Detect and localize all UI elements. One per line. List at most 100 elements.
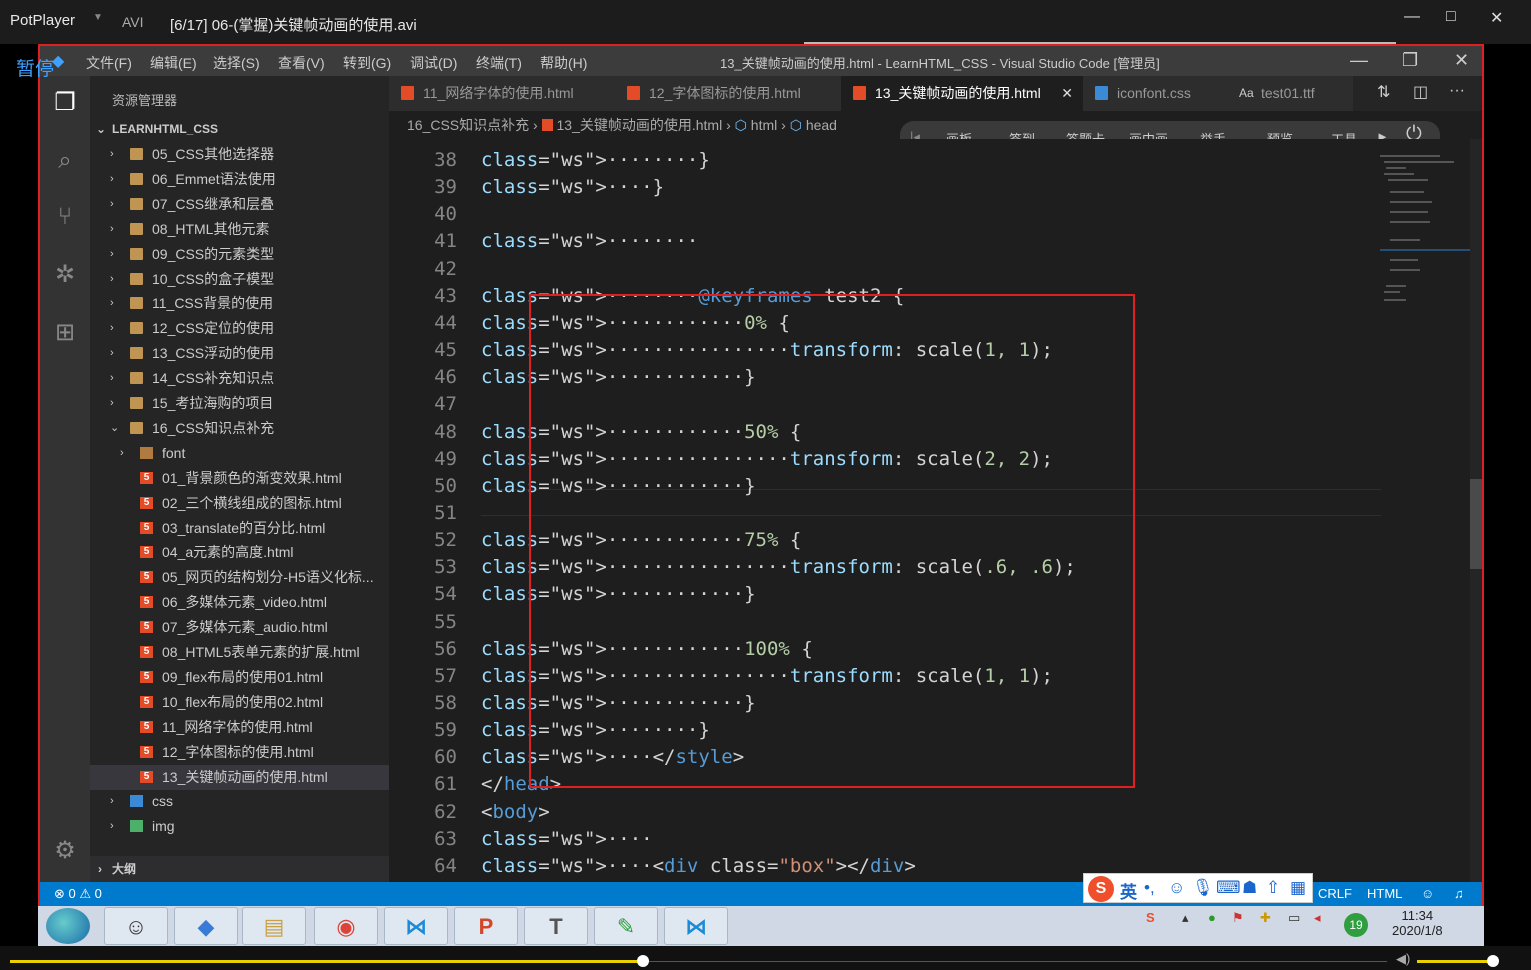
file-item[interactable]: 5 06_多媒体元素_video.html (90, 590, 389, 615)
network-status-icon[interactable]: ● (1208, 910, 1216, 925)
source-control-icon[interactable]: ⑂ (50, 202, 80, 232)
close-icon[interactable]: ✕ (1490, 8, 1503, 28)
code-line[interactable]: 62 <body> (389, 799, 1429, 826)
file-item[interactable]: 5 02_三个横线组成的图标.html (90, 491, 389, 516)
menu-terminal[interactable]: 终端(T) (476, 53, 522, 73)
file-item[interactable]: 5 09_flex布局的使用01.html (90, 665, 389, 690)
flag-icon[interactable]: ⚑ (1232, 910, 1244, 926)
tab-iconfont-css[interactable]: iconfont.css (1083, 76, 1227, 111)
minimize-icon[interactable]: — (1404, 8, 1420, 26)
gear-icon[interactable]: ⚙ (50, 836, 80, 866)
vscode-taskbar-icon-2[interactable]: ⋈ (664, 907, 728, 945)
powerpoint-icon[interactable]: P (454, 907, 518, 945)
chrome-icon[interactable]: ◉ (314, 907, 378, 945)
tab-keyframes[interactable]: 13_关键帧动画的使用.html ✕ (841, 76, 1083, 111)
notepad-icon[interactable]: ✎ (594, 907, 658, 945)
code-line[interactable]: 40 (389, 201, 1429, 228)
start-button[interactable] (46, 908, 90, 944)
menu-edit[interactable]: 编辑(E) (150, 53, 197, 73)
file-item[interactable]: 5 12_字体图标的使用.html (90, 740, 389, 765)
shirt-icon[interactable]: ⇧ (1266, 878, 1280, 898)
chevron-down-icon[interactable]: ▼ (93, 12, 103, 23)
tray-expand-icon[interactable]: ▴ (1182, 910, 1189, 926)
close-icon[interactable]: ✕ (1454, 50, 1469, 71)
menu-file[interactable]: 文件(F) (86, 53, 132, 73)
folder-item[interactable]: › 13_CSS浮动的使用 (90, 341, 389, 366)
menu-view[interactable]: 查看(V) (278, 53, 325, 73)
system-clock[interactable]: 11:34 2020/1/8 (1392, 908, 1443, 938)
ime-language-toggle[interactable]: 英 (1120, 878, 1137, 903)
apps-icon[interactable]: ▦ (1290, 878, 1306, 898)
extensions-icon[interactable]: ⊞ (50, 318, 80, 348)
folder-item[interactable]: › 12_CSS定位的使用 (90, 316, 389, 341)
emoji-icon[interactable]: ☺ (1168, 878, 1185, 898)
breadcrumb-html[interactable]: html (751, 117, 777, 133)
file-item[interactable]: 5 08_HTML5表单元素的扩展.html (90, 640, 389, 665)
folder-item[interactable]: › 11_CSS背景的使用 (90, 291, 389, 316)
code-line[interactable]: 63 class="ws">···· (389, 826, 1429, 853)
display-icon[interactable]: ▭ (1288, 910, 1300, 926)
menu-help[interactable]: 帮助(H) (540, 53, 587, 73)
volume-handle[interactable] (1487, 955, 1499, 967)
split-editor-icon[interactable]: ◫ (1413, 82, 1428, 102)
project-root[interactable]: ⌄ LEARNHTML_CSS (90, 122, 389, 144)
vertical-scrollbar[interactable] (1470, 139, 1482, 882)
menu-go[interactable]: 转到(G) (343, 53, 391, 73)
folder-item[interactable]: › 07_CSS继承和层叠 (90, 192, 389, 217)
restore-icon[interactable]: ❐ (1402, 50, 1418, 71)
folder-item[interactable]: › font (90, 441, 389, 466)
folder-item[interactable]: › 09_CSS的元素类型 (90, 242, 389, 267)
folder-item[interactable]: › css (90, 789, 389, 814)
classroom-app-icon[interactable]: ◆ (174, 907, 238, 945)
code-line[interactable]: 39 class="ws">····} (389, 174, 1429, 201)
folder-item[interactable]: › 06_Emmet语法使用 (90, 167, 389, 192)
file-item[interactable]: 5 03_translate的百分比.html (90, 516, 389, 541)
microphone-icon[interactable]: 🎙 (1192, 878, 1214, 898)
tab-iconfont[interactable]: 12_字体图标的使用.html (615, 76, 841, 111)
folder-item[interactable]: › 10_CSS的盒子模型 (90, 267, 389, 292)
code-line[interactable]: 42 (389, 256, 1429, 283)
file-item[interactable]: 5 13_关键帧动画的使用.html (90, 764, 389, 790)
outline-section[interactable]: › 大纲 (90, 856, 389, 882)
punctuation-icon[interactable]: •, (1144, 878, 1155, 898)
problems-status[interactable]: ⊗ 0 ⚠ 0 (54, 882, 102, 906)
minimize-icon[interactable]: — (1350, 50, 1368, 71)
keyboard-icon[interactable]: ⌨ (1216, 878, 1241, 898)
menu-selection[interactable]: 选择(S) (213, 53, 260, 73)
close-icon[interactable]: ✕ (1061, 76, 1073, 111)
potplayer-menu-button[interactable]: PotPlayer (10, 12, 75, 29)
tab-webfont[interactable]: 11_网络字体的使用.html (389, 76, 615, 111)
vscode-taskbar-icon[interactable]: ⋈ (384, 907, 448, 945)
typora-icon[interactable]: T (524, 907, 588, 945)
breadcrumb-folder[interactable]: 16_CSS知识点补充 (407, 117, 529, 133)
file-item[interactable]: 5 10_flex布局的使用02.html (90, 690, 389, 715)
search-icon[interactable]: ⌕ (50, 146, 80, 176)
more-actions-icon[interactable]: ··· (1449, 82, 1465, 100)
breadcrumb-head[interactable]: head (806, 117, 837, 133)
sogou-tray-icon[interactable]: S (1146, 910, 1155, 925)
volume-icon[interactable]: ◀) (1396, 951, 1410, 967)
folder-item[interactable]: › 15_考拉海购的项目 (90, 391, 389, 416)
notification-badge[interactable]: 19 (1344, 913, 1368, 937)
breadcrumb-file[interactable]: 13_关键帧动画的使用.html (557, 117, 723, 133)
language-status[interactable]: HTML (1367, 882, 1402, 906)
folder-item[interactable]: › 14_CSS补充知识点 (90, 366, 389, 391)
code-editor[interactable]: 38 class="ws">········} 39 class="ws">····}… (389, 139, 1482, 882)
folder-item[interactable]: ⌄ 16_CSS知识点补充 (90, 416, 389, 441)
maximize-icon[interactable]: □ (1446, 8, 1456, 26)
folder-item[interactable]: › 05_CSS其他选择器 (90, 142, 389, 167)
avatar-app-icon[interactable]: ☺ (104, 907, 168, 945)
volume-muted-icon[interactable]: ◂ (1314, 910, 1321, 926)
feedback-icon[interactable]: ☺ (1421, 882, 1434, 906)
file-item[interactable]: 5 04_a元素的高度.html (90, 540, 389, 565)
scrollbar-thumb[interactable] (1470, 479, 1482, 569)
file-item[interactable]: 5 07_多媒体元素_audio.html (90, 615, 389, 640)
code-line[interactable]: 38 class="ws">········} (389, 147, 1429, 174)
file-explorer-icon[interactable]: ▤ (242, 907, 306, 945)
bell-icon[interactable]: ♫ (1454, 882, 1464, 906)
file-item[interactable]: 5 05_网页的结构划分-H5语义化标... (90, 565, 389, 590)
tab-test01-ttf[interactable]: Aa test01.ttf (1227, 76, 1353, 111)
player-seekbar[interactable]: ◀) (0, 946, 1531, 970)
eol-status[interactable]: CRLF (1318, 882, 1352, 906)
security-icon[interactable]: ✚ (1260, 910, 1271, 926)
